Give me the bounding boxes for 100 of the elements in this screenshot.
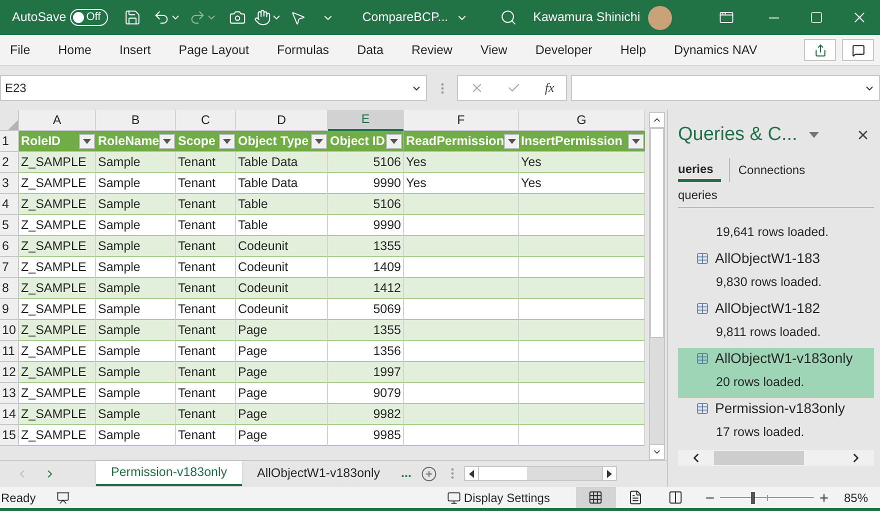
filter-button[interactable] — [219, 134, 235, 148]
table-cell: Table — [236, 194, 328, 215]
scrollbar-thumb[interactable] — [714, 451, 804, 465]
query-item[interactable]: AllObjectW1-183 9,830 rows loaded. — [678, 248, 874, 298]
sheet-tab[interactable]: AllObjectW1-v183only — [242, 461, 395, 486]
ribbon-tab[interactable]: File — [10, 40, 30, 60]
column-header[interactable]: C — [176, 110, 236, 131]
zoom-in-icon[interactable] — [818, 492, 830, 504]
table-cell: Tenant — [176, 278, 236, 299]
column-header[interactable]: A — [19, 110, 96, 131]
filter-button[interactable] — [79, 134, 95, 148]
filter-button[interactable] — [504, 134, 519, 148]
scroll-down-button[interactable] — [649, 444, 665, 460]
column-header[interactable]: E — [328, 110, 404, 131]
ribbon-tab[interactable]: Help — [620, 40, 646, 60]
query-status: 9,830 rows loaded. — [716, 274, 823, 292]
table-cell: Tenant — [176, 299, 236, 320]
avatar[interactable] — [648, 6, 672, 30]
scroll-left-button[interactable] — [465, 467, 480, 480]
undo-icon[interactable] — [153, 9, 170, 26]
row-number: 14 — [0, 404, 19, 425]
filter-button[interactable] — [311, 134, 327, 148]
grip-icon — [451, 468, 454, 479]
row-number: 9 — [0, 299, 19, 320]
row-number: 7 — [0, 257, 19, 278]
table-cell: Tenant — [176, 173, 236, 194]
filter-button[interactable] — [628, 134, 644, 148]
table-cell: 1412 — [328, 278, 404, 299]
filter-button[interactable] — [386, 134, 402, 148]
status-text: Ready — [1, 490, 36, 506]
view-button[interactable] — [576, 487, 616, 508]
caret-icon — [223, 138, 231, 144]
ribbon-tab[interactable]: Insert — [120, 40, 151, 60]
table-cell: Table Data — [236, 173, 328, 194]
close-icon[interactable] — [856, 128, 870, 142]
scrollbar-thumb[interactable] — [479, 467, 528, 480]
ribbon-tab[interactable]: Formulas — [276, 40, 330, 60]
column-header[interactable]: F — [404, 110, 519, 131]
search-icon[interactable] — [500, 9, 518, 26]
column-header[interactable]: B — [96, 110, 176, 131]
scroll-up-button[interactable] — [649, 112, 665, 128]
table-cell: Tenant — [176, 194, 236, 215]
table-cell: 5106 — [328, 194, 404, 215]
query-status: 20 rows loaded. — [716, 374, 806, 392]
new-sheet-icon[interactable] — [421, 466, 438, 482]
ribbon-tab[interactable]: Data — [357, 40, 384, 60]
pane-options-icon[interactable] — [809, 132, 820, 138]
table-cell: 1409 — [328, 257, 404, 278]
ribbon-tab[interactable]: Home — [58, 40, 92, 60]
ribbon-tab[interactable]: Developer — [535, 40, 592, 60]
maximize-icon[interactable] — [810, 11, 823, 24]
grid-icon — [588, 490, 604, 505]
zoom-slider[interactable] — [720, 492, 814, 504]
query-item[interactable]: 19,641 rows loaded. — [678, 208, 874, 248]
ribbon-display-icon[interactable] — [719, 10, 734, 25]
ribbon-tab[interactable]: Review — [411, 40, 452, 60]
table-cell: Z_SAMPLE — [19, 404, 96, 425]
table-cell: Table Data — [236, 152, 328, 173]
scroll-right-button[interactable] — [602, 467, 616, 480]
column-header[interactable]: D — [236, 110, 328, 131]
columns-icon — [668, 490, 684, 505]
comments-button[interactable] — [842, 39, 874, 61]
sheet-tab[interactable]: Permission-v183only — [96, 461, 242, 486]
camera-icon[interactable] — [229, 9, 246, 26]
ribbon-tab[interactable]: Dynamics NAV — [674, 40, 758, 60]
save-icon[interactable] — [124, 9, 142, 26]
macro-recording-icon[interactable] — [56, 490, 70, 504]
more-sheets-button[interactable]: ... — [401, 464, 412, 483]
row-number: 3 — [0, 173, 19, 194]
document-title[interactable]: CompareBCP... — [362, 8, 448, 27]
ribbon-tab[interactable]: View — [480, 40, 508, 60]
table-cell: Tenant — [176, 215, 236, 236]
filter-button[interactable] — [159, 134, 176, 148]
pointer-icon[interactable] — [290, 10, 306, 26]
table-cell: Z_SAMPLE — [19, 341, 96, 362]
zoom-level[interactable]: 85% — [844, 488, 868, 506]
header-label: RoleName — [98, 132, 160, 150]
table-cell: Codeunit — [236, 257, 328, 278]
table-cell: Sample — [96, 278, 176, 299]
display-settings-button[interactable]: Display Settings — [446, 488, 550, 506]
hand-icon[interactable] — [254, 9, 272, 26]
pane-tab[interactable]: Connections — [729, 158, 814, 182]
table-cell: Z_SAMPLE — [19, 299, 96, 320]
zoom-thumb[interactable] — [750, 492, 755, 504]
table-cell: Yes — [404, 152, 519, 173]
query-item[interactable]: Permission-v183only 17 rows loaded. — [678, 398, 874, 448]
name-box[interactable]: E23 — [0, 75, 427, 101]
table-cell: Z_SAMPLE — [19, 362, 96, 383]
query-item[interactable]: AllObjectW1-182 9,811 rows loaded. — [678, 298, 874, 348]
ribbon-tab[interactable]: Page Layout — [178, 40, 249, 60]
user-name[interactable]: Kawamura Shinichi — [533, 8, 640, 27]
column-header[interactable]: G — [519, 110, 645, 131]
scrollbar-thumb[interactable] — [650, 128, 664, 338]
formula-field[interactable] — [571, 75, 880, 101]
share-button[interactable] — [804, 39, 836, 61]
table-icon — [696, 352, 709, 366]
query-item[interactable]: AllObjectW1-v183only 20 rows loaded. — [678, 348, 874, 398]
pane-tab[interactable]: ueries — [678, 158, 722, 182]
insert-function-button[interactable]: fx — [544, 78, 554, 98]
autosave-toggle[interactable]: Off — [70, 9, 108, 26]
